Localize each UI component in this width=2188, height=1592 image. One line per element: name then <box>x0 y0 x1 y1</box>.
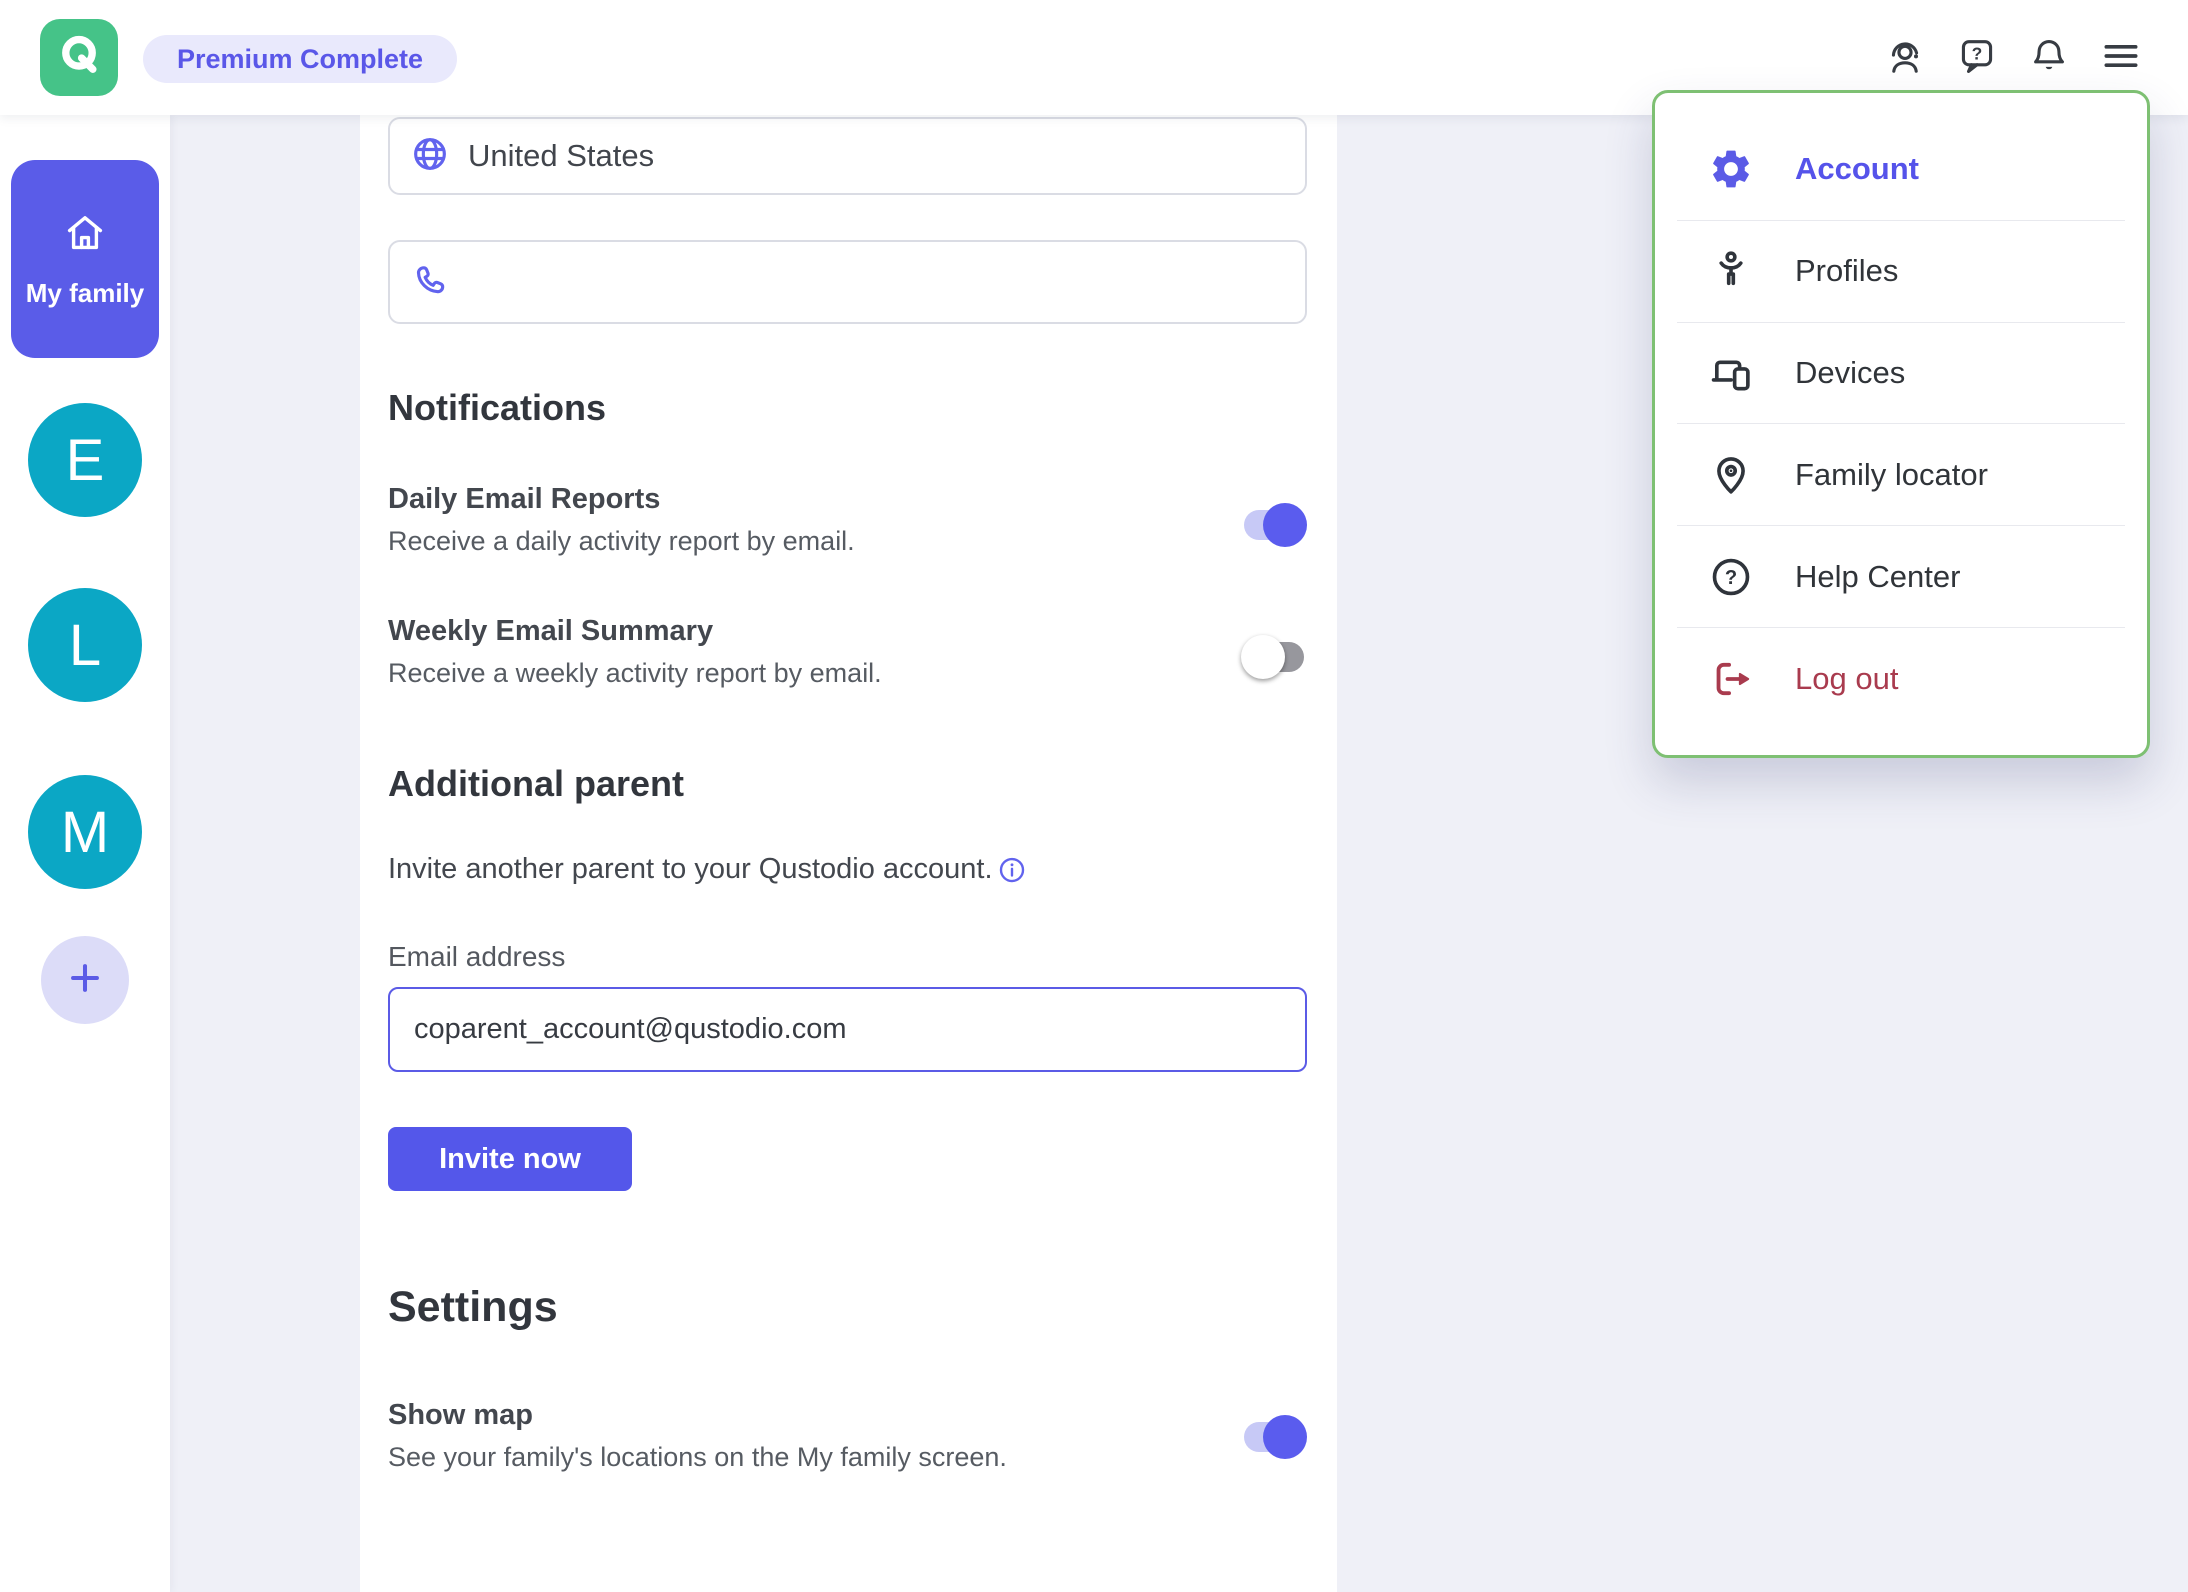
coparent-email-input[interactable] <box>388 987 1307 1072</box>
add-profile-button[interactable] <box>41 936 129 1024</box>
show-map-description: See your family's locations on the My fa… <box>388 1442 1007 1473</box>
daily-email-reports-description: Receive a daily activity report by email… <box>388 526 855 557</box>
profile-avatar-e[interactable]: E <box>28 403 142 517</box>
qustodio-logo[interactable] <box>40 19 118 96</box>
svg-text:?: ? <box>1972 43 1983 63</box>
menu-item-help-center[interactable]: ? Help Center <box>1677 526 2125 628</box>
menu-item-label: Log out <box>1795 661 1898 697</box>
phone-field[interactable] <box>388 240 1307 324</box>
phone-input[interactable] <box>468 264 1285 300</box>
home-icon <box>61 209 109 262</box>
person-cheering-icon <box>1707 247 1755 295</box>
notifications-bell-icon[interactable] <box>2026 33 2072 79</box>
menu-item-log-out[interactable]: Log out <box>1677 628 2125 729</box>
weekly-email-summary-title: Weekly Email Summary <box>388 615 713 648</box>
show-map-title: Show map <box>388 1399 533 1432</box>
avatar-initial: E <box>66 427 105 494</box>
daily-email-reports-toggle[interactable] <box>1241 503 1307 547</box>
logout-icon <box>1707 655 1755 703</box>
menu-item-devices[interactable]: Devices <box>1677 323 2125 425</box>
daily-email-reports-title: Daily Email Reports <box>388 483 660 516</box>
plan-badge: Premium Complete <box>143 35 457 83</box>
weekly-email-summary-toggle[interactable] <box>1241 635 1307 679</box>
header-icon-group: ? <box>1882 33 2144 79</box>
invite-parent-text: Invite another parent to your Qustodio a… <box>388 853 993 886</box>
plan-badge-label: Premium Complete <box>177 44 423 75</box>
family-sidebar: My family E L M <box>0 115 170 1592</box>
menu-item-label: Family locator <box>1795 457 1988 493</box>
info-icon[interactable] <box>997 855 1027 885</box>
notifications-heading: Notifications <box>388 387 606 429</box>
account-settings-panel: United States Notifications Daily Email … <box>360 115 1337 1592</box>
settings-heading: Settings <box>388 1283 558 1332</box>
menu-item-profiles[interactable]: Profiles <box>1677 221 2125 323</box>
menu-item-account[interactable]: Account <box>1677 119 2125 221</box>
profile-avatar-m[interactable]: M <box>28 775 142 889</box>
toggle-knob <box>1263 1415 1307 1459</box>
toggle-knob <box>1263 503 1307 547</box>
qustodio-app: Premium Complete ? <box>0 0 2188 1592</box>
devices-icon <box>1707 349 1755 397</box>
map-pin-icon <box>1707 451 1755 499</box>
question-circle-icon: ? <box>1707 553 1755 601</box>
phone-icon <box>410 260 450 305</box>
email-address-label: Email address <box>388 941 565 973</box>
invite-now-button[interactable]: Invite now <box>388 1127 632 1191</box>
qustodio-q-icon <box>53 29 105 86</box>
invite-parent-text-line: Invite another parent to your Qustodio a… <box>388 853 1027 886</box>
avatar-initial: M <box>61 799 109 866</box>
menu-item-label: Profiles <box>1795 253 1898 289</box>
svg-text:?: ? <box>1725 567 1737 589</box>
feedback-help-icon[interactable]: ? <box>1954 33 2000 79</box>
country-select[interactable]: United States <box>388 117 1307 195</box>
menu-item-label: Account <box>1795 151 1919 187</box>
weekly-email-summary-description: Receive a weekly activity report by emai… <box>388 658 882 689</box>
profile-avatar-l[interactable]: L <box>28 588 142 702</box>
support-agent-icon[interactable] <box>1882 33 1928 79</box>
country-value: United States <box>468 138 654 174</box>
menu-item-label: Help Center <box>1795 559 1960 595</box>
sidebar-my-family-label: My family <box>26 276 145 310</box>
sidebar-item-my-family[interactable]: My family <box>11 160 159 358</box>
plus-icon <box>63 956 107 1005</box>
avatar-initial: L <box>69 612 101 679</box>
additional-parent-heading: Additional parent <box>388 763 684 805</box>
menu-item-label: Devices <box>1795 355 1905 391</box>
gear-icon <box>1707 145 1755 193</box>
globe-icon <box>410 134 450 179</box>
account-dropdown-menu: Account Profiles <box>1652 90 2150 758</box>
hamburger-menu-icon[interactable] <box>2098 33 2144 79</box>
menu-item-family-locator[interactable]: Family locator <box>1677 424 2125 526</box>
toggle-knob <box>1241 635 1285 679</box>
show-map-toggle[interactable] <box>1241 1415 1307 1459</box>
